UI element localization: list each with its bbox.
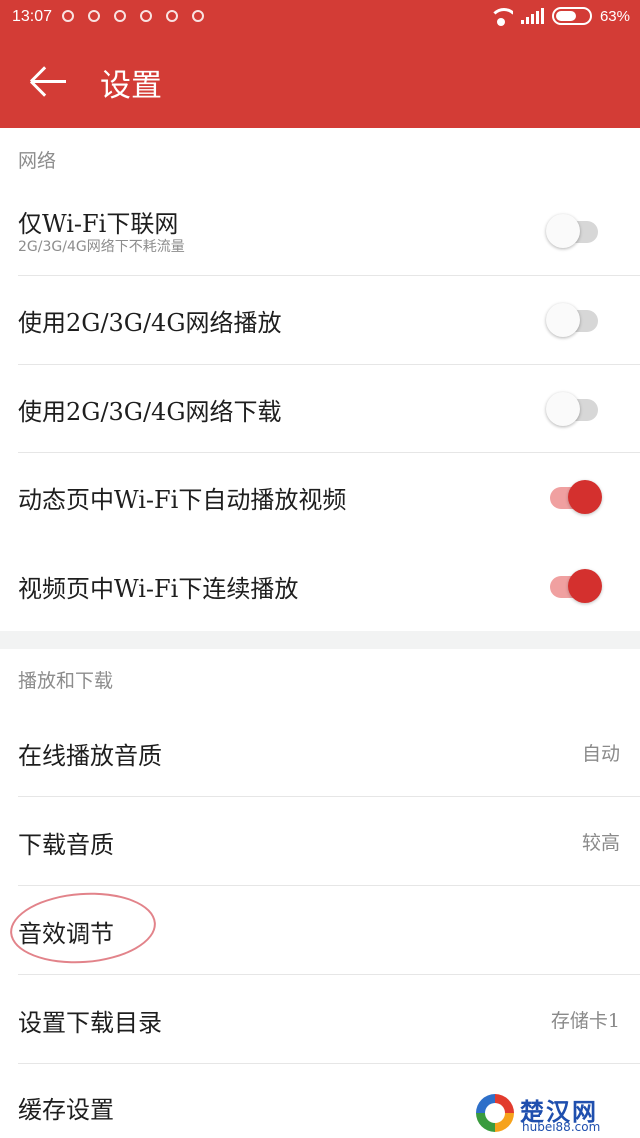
- battery-icon: [551, 7, 592, 25]
- watermark-logo-icon: [476, 1094, 514, 1132]
- notification-icons: [62, 10, 204, 22]
- setting-row-download-quality[interactable]: 下载音质 较高: [0, 797, 640, 885]
- setting-value: 自动: [581, 743, 620, 765]
- toggle-switch[interactable]: [546, 568, 602, 604]
- setting-label: 设置下载目录: [18, 1009, 162, 1037]
- toggle-switch[interactable]: [546, 391, 602, 427]
- setting-label: 仅Wi-Fi下联网: [18, 210, 179, 238]
- setting-row-download-directory[interactable]: 设置下载目录 存储卡1: [0, 975, 640, 1063]
- notification-icon: [192, 10, 204, 22]
- notification-icon: [166, 10, 178, 22]
- setting-row-video-continuous[interactable]: 视频页中Wi-Fi下连续播放: [0, 542, 640, 630]
- status-time: 13:07: [12, 8, 53, 25]
- app-bar: 设置: [0, 36, 640, 128]
- setting-label: 动态页中Wi-Fi下自动播放视频: [18, 486, 347, 514]
- setting-row-online-quality[interactable]: 在线播放音质 自动: [0, 707, 640, 796]
- watermark: 楚汉网 hubei88.com: [474, 1092, 634, 1134]
- setting-label: 使用2G/3G/4G网络下载: [18, 398, 282, 426]
- watermark-url: hubei88.com: [522, 1120, 601, 1134]
- setting-value: 较高: [581, 832, 620, 854]
- notification-icon: [88, 10, 100, 22]
- battery-percent: 63%: [599, 7, 630, 25]
- setting-row-feed-autoplay[interactable]: 动态页中Wi-Fi下自动播放视频: [0, 453, 640, 541]
- setting-label: 下载音质: [18, 831, 114, 859]
- page-title: 设置: [100, 68, 162, 104]
- toggle-switch[interactable]: [546, 213, 602, 249]
- section-gap: [0, 631, 640, 649]
- notification-icon: [114, 10, 126, 22]
- setting-row-mobile-play[interactable]: 使用2G/3G/4G网络播放: [0, 276, 640, 364]
- status-bar: 13:07 63%: [0, 0, 640, 36]
- wifi-icon: [488, 6, 513, 26]
- notification-icon: [62, 10, 74, 22]
- signal-icon: [520, 8, 544, 24]
- toggle-switch[interactable]: [546, 479, 602, 515]
- setting-row-mobile-download[interactable]: 使用2G/3G/4G网络下载: [0, 365, 640, 453]
- setting-label: 缓存设置: [18, 1096, 114, 1124]
- setting-row-wifi-only[interactable]: 仅Wi-Fi下联网 2G/3G/4G网络下不耗流量: [0, 186, 640, 275]
- setting-label: 视频页中Wi-Fi下连续播放: [18, 575, 299, 603]
- setting-value: 存储卡1: [550, 1010, 620, 1032]
- notification-icon: [140, 10, 152, 22]
- setting-label: 在线播放音质: [18, 742, 162, 770]
- setting-label: 使用2G/3G/4G网络播放: [18, 309, 282, 337]
- section-header-network: 网络: [18, 150, 57, 172]
- arrow-left-icon[interactable]: [29, 64, 70, 100]
- setting-subtitle: 2G/3G/4G网络下不耗流量: [18, 239, 185, 255]
- toggle-switch[interactable]: [546, 302, 602, 338]
- section-header-playback: 播放和下载: [18, 670, 114, 692]
